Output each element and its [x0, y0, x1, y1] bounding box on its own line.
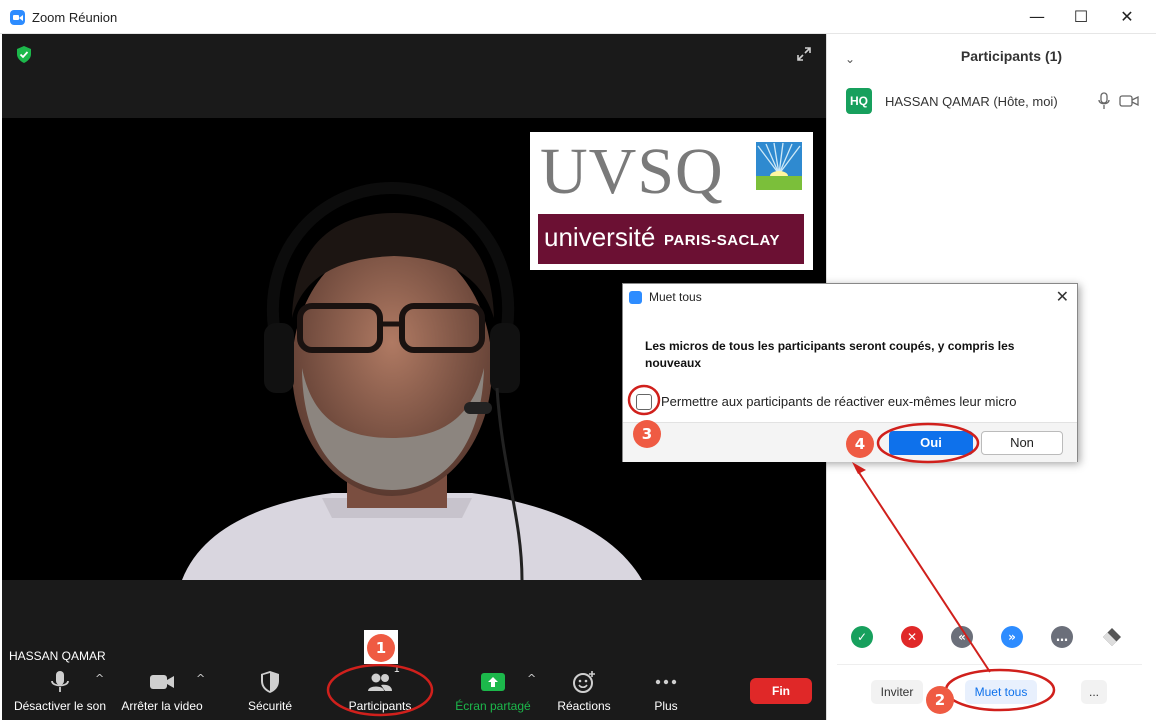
panel-divider	[837, 664, 1142, 665]
slower-icon[interactable]: «	[951, 626, 973, 648]
video-top-strip	[2, 34, 826, 118]
faster-icon[interactable]: »	[1001, 626, 1023, 648]
security-label: Sécurité	[247, 699, 293, 713]
more-reactions-icon[interactable]: …	[1051, 626, 1073, 648]
sun-logo-icon	[756, 142, 802, 190]
step-badge-2: 2	[926, 686, 954, 714]
zoom-logo-icon	[10, 10, 25, 25]
share-screen-icon	[481, 673, 505, 691]
fullscreen-icon[interactable]	[796, 46, 812, 62]
clear-eraser-icon[interactable]	[1101, 626, 1123, 648]
dialog-message: Les micros de tous les participants sero…	[645, 339, 1015, 370]
dialog-close-button[interactable]: ✕	[1056, 287, 1069, 306]
participant-row[interactable]: HQ HASSAN QAMAR (Hôte, moi)	[843, 88, 1143, 114]
window-titlebar: Zoom Réunion — ☐ ✕	[0, 0, 1156, 34]
end-meeting-button[interactable]: Fin	[750, 678, 812, 704]
share-screen-button[interactable]: Écran partagé	[452, 666, 534, 716]
minimize-button[interactable]: —	[1020, 4, 1054, 30]
maximize-button[interactable]: ☐	[1064, 4, 1098, 30]
invite-button[interactable]: Inviter	[871, 680, 923, 704]
window-title: Zoom Réunion	[32, 10, 118, 25]
share-screen-label: Écran partagé	[455, 699, 531, 713]
share-options-caret[interactable]: ^	[527, 672, 536, 685]
mute-options-caret[interactable]: ^	[95, 672, 104, 685]
allow-unmute-checkbox[interactable]	[636, 394, 652, 410]
security-button[interactable]: Sécurité	[232, 666, 308, 716]
close-window-button[interactable]: ✕	[1110, 4, 1144, 30]
smiley-plus-icon	[573, 671, 595, 693]
microphone-icon[interactable]	[1097, 92, 1111, 110]
uvsq-logo: UVSQ université PARIS-SACLAY	[530, 132, 813, 270]
participants-count: 1	[394, 664, 400, 675]
participant-name: HASSAN QAMAR (Hôte, moi)	[885, 94, 1058, 109]
panel-title: Participants (1)	[960, 48, 1063, 64]
step-badge-1: 1	[367, 634, 395, 662]
security-shield-icon	[261, 671, 279, 693]
mute-label: Désactiver le son	[13, 699, 107, 713]
dialog-titlebar: Muet tous ✕	[623, 284, 1077, 310]
reactions-label: Réactions	[557, 699, 611, 713]
participants-icon	[368, 673, 392, 691]
participants-label: Participants	[348, 699, 412, 713]
more-dots-icon	[655, 679, 677, 685]
zoom-logo-icon	[629, 291, 642, 304]
reactions-button[interactable]: Réactions	[552, 666, 616, 716]
mute-all-button[interactable]: Muet tous	[965, 680, 1037, 704]
step-badge-4: 4	[846, 430, 874, 458]
confirm-no-button[interactable]: Non	[981, 431, 1063, 455]
uvsq-wordmark: UVSQ	[540, 135, 724, 208]
paris-saclay-word: PARIS-SACLAY	[664, 232, 781, 249]
avatar: HQ	[846, 88, 872, 114]
participant-name-tag: HASSAN QAMAR	[4, 646, 111, 666]
more-button[interactable]: Plus	[638, 666, 694, 716]
paris-saclay-banner: université PARIS-SACLAY	[538, 214, 804, 264]
university-word: université	[544, 222, 656, 252]
participants-button[interactable]: 1 Participants	[340, 664, 420, 716]
stop-video-label: Arrêter la video	[121, 699, 203, 713]
meeting-toolbar: Désactiver le son ^ Arrêter la video ^ S…	[2, 664, 826, 720]
dialog-title: Muet tous	[649, 290, 702, 304]
video-camera-icon	[150, 675, 174, 689]
nonverbal-feedback-row: ✓ ✕ « » …	[851, 626, 1131, 652]
shield-icon[interactable]	[16, 46, 32, 63]
allow-unmute-label[interactable]: Permettre aux participants de réactiver …	[661, 394, 1016, 409]
panel-more-button[interactable]: ...	[1081, 680, 1107, 704]
step-badge-3: 3	[633, 420, 661, 448]
video-options-caret[interactable]: ^	[196, 672, 205, 685]
more-label: Plus	[654, 699, 678, 713]
no-x-icon[interactable]: ✕	[901, 626, 923, 648]
confirm-yes-button[interactable]: Oui	[889, 431, 973, 455]
video-camera-icon[interactable]	[1119, 94, 1139, 108]
microphone-icon	[51, 671, 69, 692]
yes-check-icon[interactable]: ✓	[851, 626, 873, 648]
